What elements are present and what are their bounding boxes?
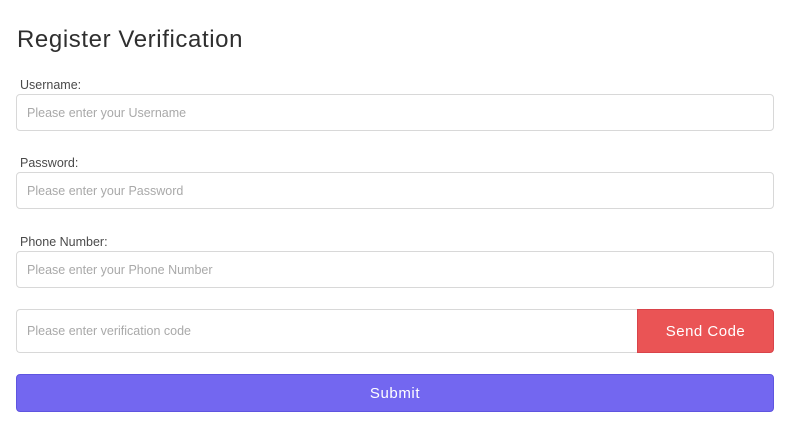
verification-code-input[interactable] xyxy=(16,309,638,353)
verification-code-group: Send Code xyxy=(16,309,774,353)
password-label: Password: xyxy=(20,156,79,170)
send-code-button[interactable]: Send Code xyxy=(637,309,774,353)
page-title: Register Verification xyxy=(17,26,244,53)
phone-number-label: Phone Number: xyxy=(20,235,108,249)
username-input[interactable] xyxy=(16,94,774,131)
username-label: Username: xyxy=(20,78,82,92)
phone-number-input[interactable] xyxy=(16,251,774,288)
password-input[interactable] xyxy=(16,172,774,209)
submit-button[interactable]: Submit xyxy=(16,374,774,412)
